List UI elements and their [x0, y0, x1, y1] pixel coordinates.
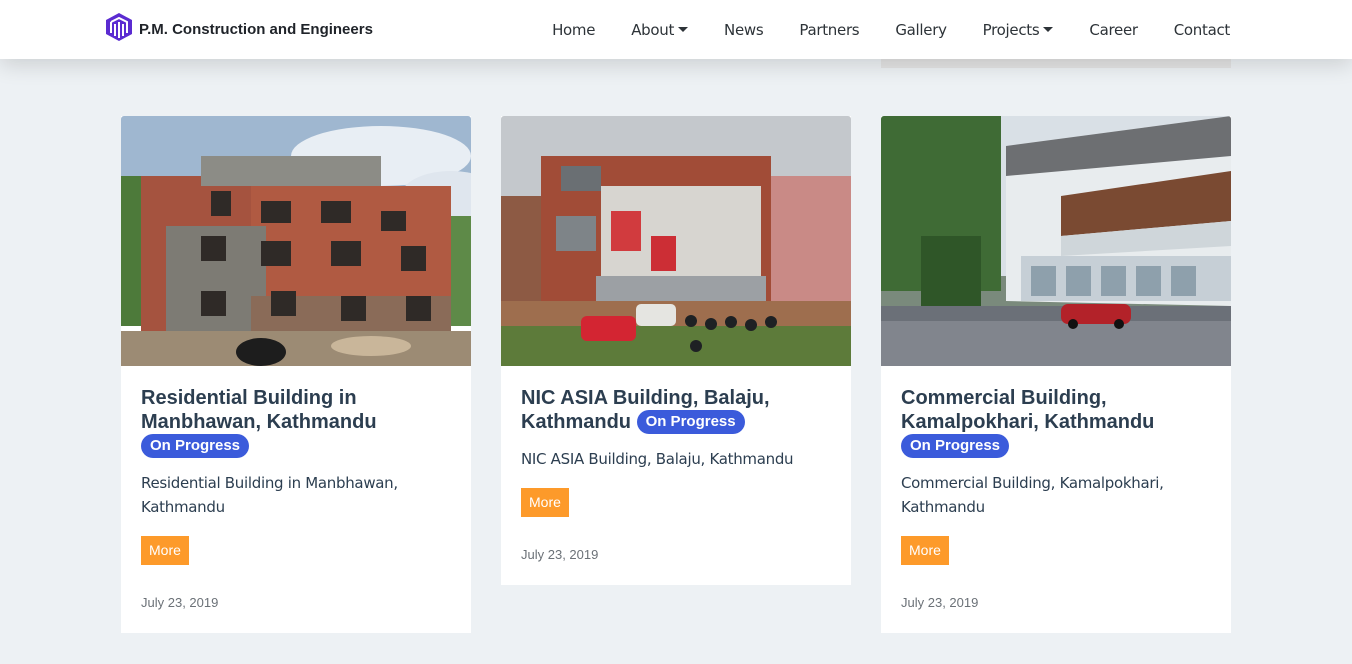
navbar: P.M. Construction and Engineers Home Abo…: [0, 0, 1352, 59]
project-description: NIC ASIA Building, Balaju, Kathmandu: [521, 449, 794, 468]
brand-logo-icon: [105, 12, 133, 47]
nav-about[interactable]: About: [631, 21, 689, 39]
project-image-commercial[interactable]: [881, 116, 1231, 366]
nav-news[interactable]: News: [724, 21, 764, 39]
project-title[interactable]: Residential Building in Manbhawan, Kathm…: [141, 386, 451, 459]
project-date: July 23, 2019: [521, 546, 599, 562]
project-description: Commercial Building, Kamalpokhari, Kathm…: [901, 473, 1164, 516]
brand-name: P.M. Construction and Engineers: [139, 20, 373, 38]
dropdown-panel-edge: [881, 59, 1231, 68]
nav-home[interactable]: Home: [552, 21, 595, 39]
project-date: July 23, 2019: [901, 594, 979, 610]
project-card: Commercial Building, Kamalpokhari, Kathm…: [881, 116, 1231, 633]
project-date: July 23, 2019: [141, 594, 219, 610]
nav-gallery[interactable]: Gallery: [895, 21, 947, 39]
project-card: Residential Building in Manbhawan, Kathm…: [121, 116, 471, 633]
brand-link[interactable]: P.M. Construction and Engineers: [105, 12, 373, 47]
nav-partners[interactable]: Partners: [799, 21, 859, 39]
status-badge: On Progress: [636, 409, 745, 434]
project-title[interactable]: NIC ASIA Building, Balaju, Kathmandu On …: [521, 386, 831, 435]
project-image-residential[interactable]: [121, 116, 471, 366]
nav-contact[interactable]: Contact: [1174, 21, 1231, 39]
nav-menu: Home About News Partners Gallery Project…: [516, 0, 1230, 59]
nav-projects[interactable]: Projects: [983, 21, 1054, 39]
caret-down-icon: [1043, 27, 1054, 32]
nav-career[interactable]: Career: [1089, 21, 1138, 39]
status-badge: On Progress: [141, 433, 250, 458]
project-card: NIC ASIA Building, Balaju, Kathmandu On …: [501, 116, 851, 585]
project-description: Residential Building in Manbhawan, Kathm…: [141, 473, 398, 516]
project-title[interactable]: Commercial Building, Kamalpokhari, Kathm…: [901, 386, 1211, 459]
more-button[interactable]: More: [141, 535, 189, 565]
more-button[interactable]: More: [521, 487, 569, 517]
more-button[interactable]: More: [901, 535, 949, 565]
status-badge: On Progress: [901, 433, 1010, 458]
caret-down-icon: [678, 27, 689, 32]
project-image-nic-asia[interactable]: [501, 116, 851, 366]
